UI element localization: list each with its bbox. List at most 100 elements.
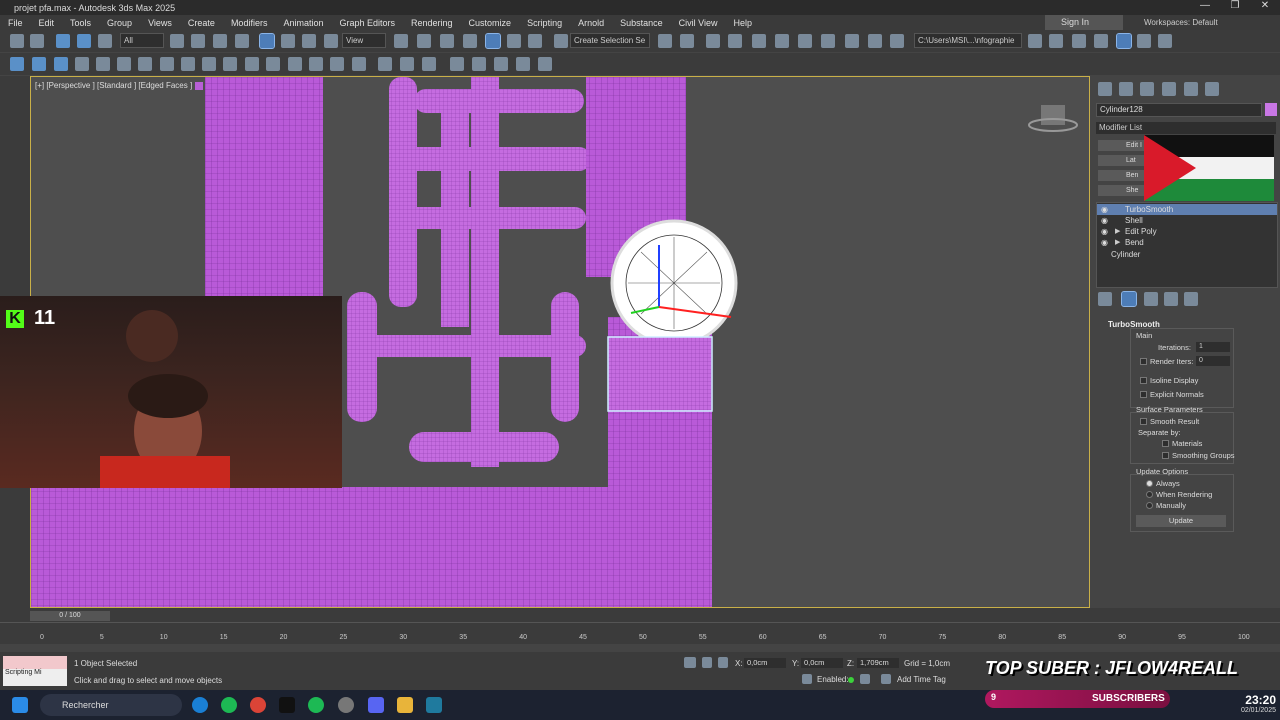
show-end-result-icon[interactable] <box>1121 291 1137 307</box>
menu-create[interactable]: Create <box>180 18 223 28</box>
time-slider-thumb[interactable]: 0 / 100 <box>30 611 110 621</box>
window-crossing-icon[interactable] <box>235 34 249 48</box>
stack-item-cylinder[interactable]: Cylinder <box>1097 249 1277 260</box>
frame-icon[interactable] <box>288 57 302 71</box>
preset-bend-button[interactable]: Ben <box>1098 170 1144 181</box>
mirror-icon[interactable] <box>658 34 672 48</box>
spotify-icon[interactable] <box>221 697 237 713</box>
minimize-button[interactable]: — <box>1190 0 1220 11</box>
isolate-selection-icon[interactable] <box>684 657 696 668</box>
link-icon[interactable] <box>56 34 70 48</box>
help-icon[interactable] <box>422 57 436 71</box>
modifier-list-dropdown[interactable]: Modifier List <box>1096 122 1276 134</box>
selection-filter-dropdown[interactable]: All <box>120 33 164 48</box>
discord-icon[interactable] <box>368 697 384 713</box>
sign-in-button[interactable]: Sign In <box>1045 15 1123 30</box>
arnold-icon[interactable] <box>352 57 366 71</box>
select-object-icon[interactable] <box>170 34 184 48</box>
x-coordinate-field[interactable]: 0,0cm <box>744 658 786 668</box>
menu-graph-editors[interactable]: Graph Editors <box>331 18 403 28</box>
face-snap-icon[interactable] <box>494 57 508 71</box>
render-iters-checkbox[interactable] <box>1140 358 1147 365</box>
always-radio[interactable] <box>1146 480 1153 487</box>
menu-scripting[interactable]: Scripting <box>519 18 570 28</box>
mesh-icon[interactable] <box>266 57 280 71</box>
menu-help[interactable]: Help <box>725 18 760 28</box>
eye-icon[interactable] <box>330 57 344 71</box>
obs-icon[interactable] <box>338 697 354 713</box>
stack-item-turbosmooth[interactable]: ◉ TurboSmooth <box>1097 204 1277 215</box>
spotify-alt-icon[interactable] <box>308 697 324 713</box>
menu-group[interactable]: Group <box>99 18 140 28</box>
brush-icon[interactable] <box>96 57 110 71</box>
adaptive-degradation-icon[interactable] <box>802 674 812 684</box>
named-selection-dropdown[interactable]: Create Selection Se <box>570 33 650 48</box>
taskbar-search[interactable]: Rechercher <box>40 694 182 716</box>
viewport-label[interactable]: [+] [Perspective ] [Standard ] [Edged Fa… <box>35 81 204 90</box>
angle-snap-icon[interactable] <box>485 33 501 49</box>
vertex-snap-icon[interactable] <box>450 57 464 71</box>
layout-icon[interactable] <box>1094 34 1108 48</box>
ribbon-icon[interactable] <box>752 34 766 48</box>
settings-icon[interactable] <box>1158 34 1172 48</box>
render-icon[interactable] <box>890 34 904 48</box>
list-icon[interactable] <box>400 57 414 71</box>
keyboard-shortcut-icon[interactable] <box>440 34 454 48</box>
tree-growth-icon[interactable] <box>378 57 392 71</box>
stack-item-bend[interactable]: ◉ ▶ Bend <box>1097 237 1277 248</box>
file-explorer-icon[interactable] <box>397 697 413 713</box>
transform-gizmo-icon[interactable] <box>309 57 323 71</box>
display-tab-icon[interactable] <box>1184 82 1198 96</box>
utilities-tab-icon[interactable] <box>1205 82 1219 96</box>
align-icon[interactable] <box>680 34 694 48</box>
expand-arrow-icon[interactable]: ▶ <box>1115 237 1120 248</box>
object-color-swatch[interactable] <box>1265 103 1277 116</box>
camera-icon[interactable] <box>160 57 174 71</box>
light-icon[interactable] <box>54 57 68 71</box>
windows-start-icon[interactable] <box>12 697 28 713</box>
isolate-icon[interactable] <box>538 57 552 71</box>
close-button[interactable]: ✕ <box>1250 0 1280 11</box>
select-and-scale-icon[interactable] <box>302 34 316 48</box>
smooth-result-checkbox[interactable] <box>1140 418 1147 425</box>
select-and-move-icon[interactable] <box>259 33 275 49</box>
stack-item-shell[interactable]: ◉ Shell <box>1097 215 1277 226</box>
menu-tools[interactable]: Tools <box>62 18 99 28</box>
stack-item-edit-poly[interactable]: ◉ ▶ Edit Poly <box>1097 226 1277 237</box>
tiktok-icon[interactable] <box>279 697 295 713</box>
select-manipulate-icon[interactable] <box>417 34 431 48</box>
unlink-icon[interactable] <box>77 34 91 48</box>
material-editor-icon[interactable] <box>821 34 835 48</box>
sun-icon[interactable] <box>75 57 89 71</box>
maximize-button[interactable]: ❐ <box>1220 0 1250 11</box>
menu-edit[interactable]: Edit <box>31 18 63 28</box>
select-by-name-icon[interactable] <box>191 34 205 48</box>
bulb-icon[interactable] <box>223 57 237 71</box>
taskbar-clock[interactable]: 23:20 02/01/2025 <box>1228 693 1276 714</box>
menu-civil-view[interactable]: Civil View <box>671 18 726 28</box>
layer-icon[interactable] <box>10 57 24 71</box>
edge-snap-icon[interactable] <box>472 57 486 71</box>
motion-tab-icon[interactable] <box>1162 82 1176 96</box>
workspace-icon[interactable] <box>1137 34 1151 48</box>
pin-stack-icon[interactable] <box>1098 292 1112 306</box>
place-icon[interactable] <box>324 34 338 48</box>
time-tag-icon[interactable] <box>881 674 891 684</box>
3ds-max-icon[interactable] <box>426 697 442 713</box>
edit-named-selection-icon[interactable] <box>554 34 568 48</box>
grid-icon[interactable] <box>138 57 152 71</box>
y-coordinate-field[interactable]: 0,0cm <box>801 658 843 668</box>
project-folder-icon[interactable] <box>1028 34 1042 48</box>
undo-icon[interactable] <box>10 34 24 48</box>
materials-checkbox[interactable] <box>1162 440 1169 447</box>
select-and-rotate-icon[interactable] <box>281 34 295 48</box>
menu-modifiers[interactable]: Modifiers <box>223 18 276 28</box>
time-slider[interactable] <box>0 608 1280 622</box>
open-folder-icon[interactable] <box>1049 34 1063 48</box>
workspaces-dropdown[interactable]: Workspaces: Default <box>1144 15 1218 30</box>
edge-icon[interactable] <box>192 697 208 713</box>
command-panel-toggle-icon[interactable] <box>1116 33 1132 49</box>
visibility-eye-icon[interactable]: ◉ <box>1101 215 1109 226</box>
absolute-mode-icon[interactable] <box>718 657 728 668</box>
configure-sets-icon[interactable] <box>1184 292 1198 306</box>
